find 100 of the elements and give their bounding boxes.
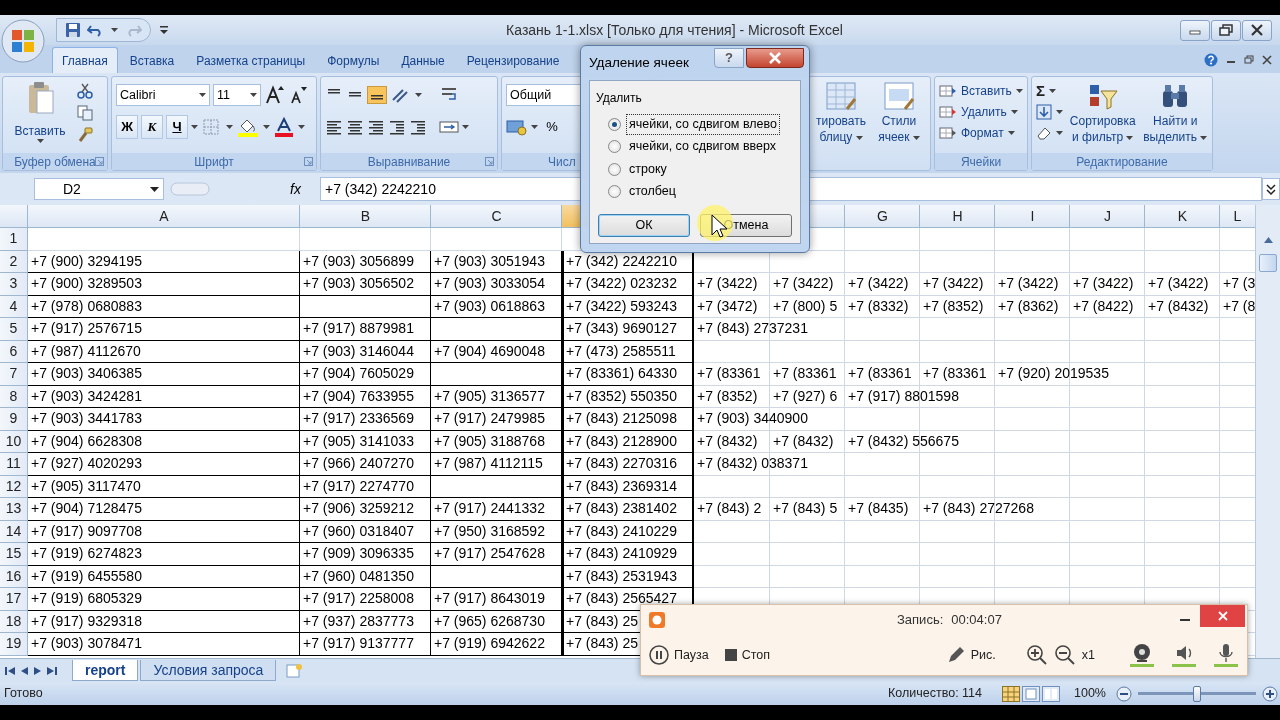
recording-label: Запись:: [897, 611, 944, 630]
table-cell: +7 (903) 3441783: [31, 410, 142, 426]
table-cell: +7 (917) 9329318: [31, 612, 142, 629]
table-cell: +7 (905) 3117470: [31, 477, 141, 494]
dialog-title: Удаление ячеек: [589, 53, 689, 72]
table-cell: +7 (843) 2125098: [566, 410, 677, 426]
table-cell: +7 (83361: [923, 365, 987, 381]
table-cell: +7 (917) 9097708: [31, 522, 142, 539]
table-cell: +7 (8: [1223, 297, 1255, 314]
table-cell: +7 (8422): [1073, 297, 1134, 314]
table-cell: +7 (903) 3078471: [31, 635, 142, 651]
table-cell: +7 (987) 4112670: [31, 342, 141, 359]
table-cell: +7 (903) 3056899: [303, 252, 414, 269]
table-cell: +7 (920) 2019535: [998, 365, 1109, 381]
table-cell: +7 (83361) 64330: [566, 365, 677, 381]
table-cell: +7 (904) 7633955: [303, 387, 414, 404]
table-cell: +7 (903) 3051943: [434, 252, 545, 269]
table-cell: +7 (927) 6: [773, 387, 838, 404]
table-cell: +7 (927) 4020293: [31, 455, 142, 471]
table-cell: +7 (917) 8801598: [848, 387, 959, 404]
table-cell: +7 (906) 3259212: [303, 500, 414, 516]
table-cell: +7 (8432): [697, 432, 758, 449]
table-cell: +7 (903) 0618863: [434, 297, 545, 314]
table-cell: +7 (960) 0318407: [303, 522, 414, 539]
table-cell: +7 (917) 8879981: [303, 320, 414, 336]
table-cell: +7 (8362): [998, 297, 1059, 314]
table-cell: +7 (83361: [848, 365, 912, 381]
table-cell: +7 (950) 3168592: [434, 522, 545, 539]
table-cell: +7 (843) 2: [697, 500, 762, 516]
table-cell: +7 (843) 2410929: [566, 545, 677, 561]
table-cell: +7 (917) 2576715: [31, 320, 142, 336]
table-cell: +7 (8352): [923, 297, 984, 314]
table-cell: +7 (843) 5: [773, 500, 838, 516]
table-cell: +7 (83361: [697, 365, 761, 381]
table-cell: +7 (905) 3136577: [434, 387, 545, 404]
table-cell: +7 (966) 2407270: [303, 455, 414, 471]
table-cell: +7 (965) 6268730: [434, 612, 545, 629]
group-label: Ячейки: [960, 153, 1002, 171]
table-cell: +7 (919) 6805329: [31, 590, 142, 606]
group-label: Шрифт: [194, 153, 234, 171]
table-cell: +7 (3422): [697, 275, 758, 291]
table-cell: +7 (800) 5: [773, 297, 838, 314]
group-label: Удалить: [596, 91, 642, 105]
table-cell: +7 (3422): [1148, 275, 1209, 291]
table-cell: +7 (843) 2565427: [566, 590, 677, 606]
table-cell: +7 (8352): [697, 387, 758, 404]
table-cell: +7 (904) 6628308: [31, 432, 142, 449]
table-cell: +7 (917) 2441332: [434, 500, 545, 516]
table-cell: +7 (3422): [1073, 275, 1134, 291]
table-cell: +7 (843) 2270316: [566, 455, 677, 471]
table-cell: +7 (905) 3141033: [303, 432, 414, 449]
table-cell: +7 (8352) 550350: [566, 387, 677, 404]
group-label: Буфер обмена: [14, 153, 96, 171]
window-title: Казань 1-1.xlsx [Только для чтения] - Microsoft Excel: [505, 20, 844, 40]
table-cell: +7 (3422) 023232: [566, 275, 677, 291]
table-cell: +7 (903) 3033054: [434, 275, 545, 291]
table-cell: +7 (905) 3188768: [434, 432, 545, 449]
table-cell: +7 (8432): [1148, 297, 1209, 314]
table-cell: +7 (900) 3294195: [31, 252, 142, 269]
table-cell: +7 (343) 9690127: [566, 320, 677, 336]
table-cell: +7 (473) 2585511: [566, 342, 676, 359]
table-cell: +7 (987) 4112115: [434, 455, 543, 471]
table-cell: +7 (3422): [848, 275, 909, 291]
table-cell: +7 (8432) 038371: [697, 455, 808, 471]
status-text: Готово: [4, 685, 43, 703]
group-label: Редактирование: [1076, 153, 1168, 171]
table-cell: +7 (342) 2242210: [566, 252, 677, 269]
recording-time: 00:04:07: [951, 611, 1002, 630]
table-cell: +7 (919) 6942622: [434, 635, 545, 651]
table-cell: +7 (917) 2258008: [303, 590, 414, 606]
table-cell: +7 (978) 0680883: [31, 297, 142, 314]
table-cell: +7 (903) 3056502: [303, 275, 414, 291]
table-cell: +7 (3472): [697, 297, 758, 314]
table-cell: +7 (8432) 556675: [848, 432, 959, 449]
table-cell: +7 (909) 3096335: [303, 545, 414, 561]
table-cell: +7 (3422): [923, 275, 984, 291]
table-cell: +7 (843) 25: [566, 635, 638, 651]
table-cell: +7 (903) 3440900: [697, 410, 808, 426]
table-cell: +7 (8332): [848, 297, 909, 314]
table-cell: +7 (919) 6274823: [31, 545, 142, 561]
table-cell: +7 (83361: [773, 365, 837, 381]
table-cell: +7 (843) 2410229: [566, 522, 677, 539]
table-cell: +7 (917) 2479985: [434, 410, 545, 426]
table-cell: +7 (3422): [773, 275, 834, 291]
zoom-level: 100%: [1074, 685, 1106, 703]
table-cell: +7 (900) 3289503: [31, 275, 142, 291]
table-cell: +7 (904) 4690048: [434, 342, 545, 359]
table-cell: +7 (3: [1223, 275, 1255, 291]
table-cell: +7 (843) 2737231: [697, 320, 808, 336]
table-cell: +7 (937) 2837773: [303, 612, 414, 629]
zoom-factor: x1: [1081, 646, 1095, 664]
table-cell: +7 (917) 2336569: [303, 410, 414, 426]
table-cell: +7 (8435): [848, 500, 909, 516]
table-cell: +7 (843) 2381402: [566, 500, 677, 516]
table-cell: +7 (903) 3406385: [31, 365, 142, 381]
table-cell: +7 (917) 9137777: [303, 635, 414, 651]
table-cell: +7 (3422) 593243: [566, 297, 677, 314]
table-cell: +7 (903) 3146044: [303, 342, 414, 359]
table-cell: +7 (843) 25: [566, 612, 638, 629]
table-cell: +7 (917) 8643019: [434, 590, 545, 606]
